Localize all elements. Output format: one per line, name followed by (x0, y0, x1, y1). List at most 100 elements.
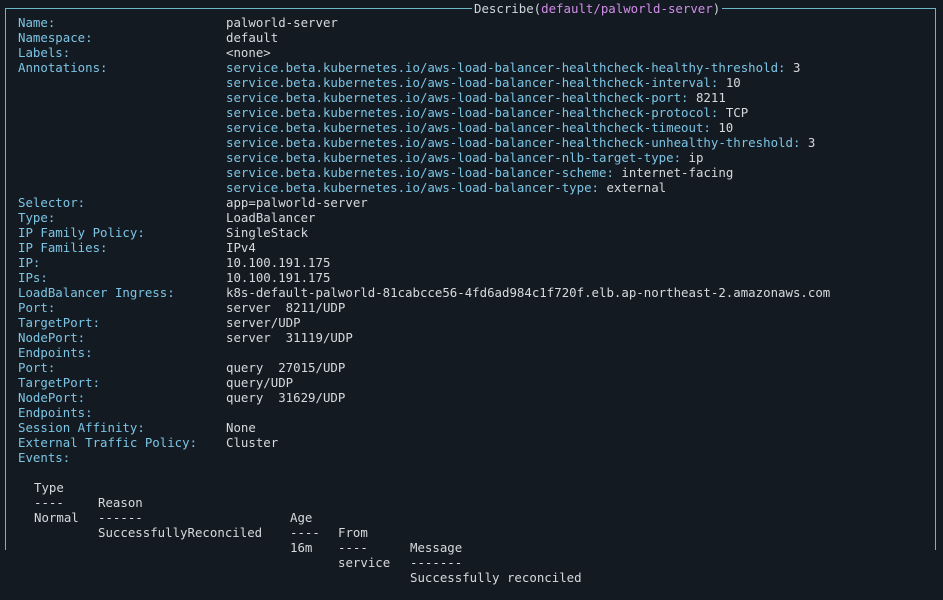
field-key: IP Families: (18, 240, 108, 255)
annotation-row: service.beta.kubernetes.io/aws-load-bala… (18, 90, 726, 105)
field-value: None (226, 420, 256, 435)
events-divider: ------- (410, 555, 463, 570)
field-row: Session Affinity: None (18, 420, 256, 435)
field-row: NodePort: query 31629/UDP (18, 390, 345, 405)
field-row: NodePort: server 31119/UDP (18, 330, 353, 345)
annotation-row: service.beta.kubernetes.io/aws-load-bala… (18, 165, 733, 180)
field-row: Type: LoadBalancer (18, 210, 316, 225)
event-row: Normal SuccessfullyReconciled 16m servic… (18, 495, 582, 585)
field-key: TargetPort: (18, 375, 101, 390)
annotation-value: 10 (718, 75, 741, 90)
field-row: External Traffic Policy: Cluster (18, 435, 278, 450)
field-value: 10.100.191.175 (226, 270, 331, 285)
event-message: Successfully reconciled (410, 570, 582, 585)
field-row: TargetPort: server/UDP (18, 315, 301, 330)
title-prefix: Describe( (474, 1, 542, 16)
field-row: Name: palworld-server (18, 15, 338, 30)
field-value: 10.100.191.175 (226, 255, 331, 270)
field-value: SingleStack (226, 225, 309, 240)
annotations-label: Annotations: (18, 60, 108, 75)
describe-content: Name: palworld-server Namespace: default L… (18, 15, 830, 585)
field-value: app=palworld-server (226, 195, 368, 210)
field-value: LoadBalancer (226, 210, 316, 225)
annotation: service.beta.kubernetes.io/aws-load-bala… (226, 120, 733, 135)
field-key: NodePort: (18, 330, 86, 345)
events-divider: ---- (290, 525, 320, 540)
title-context: default/palworld-server (541, 1, 713, 16)
annotation: service.beta.kubernetes.io/aws-load-bala… (226, 150, 703, 165)
field-value: server/UDP (226, 315, 301, 330)
field-value: query 27015/UDP (226, 360, 346, 375)
field-value: server 31119/UDP (226, 330, 353, 345)
event-age: 16m (290, 540, 313, 555)
annotation-value: internet-facing (613, 165, 734, 180)
events-header-age: Age (290, 510, 313, 525)
field-row: IP Family Policy: SingleStack (18, 225, 308, 240)
annotation-value: 3 (785, 60, 801, 75)
annotation-row: service.beta.kubernetes.io/aws-load-bala… (18, 150, 703, 165)
field-key: TargetPort: (18, 315, 101, 330)
field-key: IP: (18, 255, 41, 270)
field-key: IP Family Policy: (18, 225, 145, 240)
annotation: service.beta.kubernetes.io/aws-load-bala… (226, 135, 815, 150)
field-key: Type: (18, 210, 56, 225)
field-key: Endpoints: (18, 405, 93, 420)
field-row: Labels: <none> (18, 45, 271, 60)
annotation-row: service.beta.kubernetes.io/aws-load-bala… (18, 135, 815, 150)
events-divider-row: ---- ------ ---- ---- ------- (18, 480, 462, 570)
field-value: default (226, 30, 279, 45)
events-header-message: Message (410, 540, 463, 555)
field-row: TargetPort: query/UDP (18, 375, 293, 390)
annotation: service.beta.kubernetes.io/aws-load-bala… (226, 60, 800, 75)
annotation: service.beta.kubernetes.io/aws-load-bala… (226, 180, 666, 195)
field-key: Port: (18, 300, 56, 315)
annotation-value: 8211 (688, 90, 726, 105)
annotation-row: service.beta.kubernetes.io/aws-load-bala… (18, 75, 741, 90)
field-row: Namespace: default (18, 30, 278, 45)
field-key: Selector: (18, 195, 86, 210)
annotation-value: 10 (710, 120, 734, 135)
title-suffix: ) (712, 1, 721, 16)
field-key: LoadBalancer Ingress: (18, 285, 175, 300)
event-reason: SuccessfullyReconciled (98, 525, 263, 540)
field-key: Name: (18, 15, 56, 30)
field-row: Endpoints: (18, 345, 93, 360)
field-key: External Traffic Policy: (18, 435, 198, 450)
field-value: Cluster (226, 435, 279, 450)
field-key: Namespace: (18, 30, 93, 45)
annotation: service.beta.kubernetes.io/aws-load-bala… (226, 75, 741, 90)
field-value: query/UDP (226, 375, 294, 390)
field-row: LoadBalancer Ingress: k8s-default-palworl… (18, 285, 830, 300)
field-key: Port: (18, 360, 56, 375)
annotation-key: service.beta.kubernetes.io/aws-load-bala… (226, 165, 614, 180)
annotation-value: external (599, 180, 667, 195)
field-row: IP: 10.100.191.175 (18, 255, 330, 270)
field-key: Session Affinity: (18, 420, 145, 435)
events-divider: ------ (98, 510, 143, 525)
field-row: IP Families: IPv4 (18, 240, 256, 255)
annotation-key: service.beta.kubernetes.io/aws-load-bala… (226, 180, 599, 195)
field-row: Port: server 8211/UDP (18, 300, 345, 315)
annotation-key: service.beta.kubernetes.io/aws-load-bala… (226, 90, 689, 105)
annotation-value: ip (681, 150, 704, 165)
event-from: service (338, 555, 391, 570)
annotation: service.beta.kubernetes.io/aws-load-bala… (226, 90, 726, 105)
field-key: IPs: (18, 270, 48, 285)
field-row: Selector: app=palworld-server (18, 195, 368, 210)
field-key: Events: (18, 450, 71, 465)
field-value: palworld-server (226, 15, 338, 30)
events-header-from: From (338, 525, 368, 540)
field-key: Labels: (18, 45, 71, 60)
annotation-key: service.beta.kubernetes.io/aws-load-bala… (226, 120, 711, 135)
annotation-value: TCP (718, 105, 749, 120)
field-row: Endpoints: (18, 405, 93, 420)
field-key: Endpoints: (18, 345, 93, 360)
annotation-value: 3 (800, 135, 816, 150)
annotation-key: service.beta.kubernetes.io/aws-load-bala… (226, 135, 801, 150)
annotation-row: Annotations: service.beta.kubernetes.io/a… (18, 60, 800, 75)
annotation-row: service.beta.kubernetes.io/aws-load-bala… (18, 120, 733, 135)
field-value: <none> (226, 45, 271, 60)
field-value: k8s-default-palworld-81cabcce56-4fd6ad98… (226, 285, 831, 300)
annotation-key: service.beta.kubernetes.io/aws-load-bala… (226, 60, 786, 75)
annotation-key: service.beta.kubernetes.io/aws-load-bala… (226, 105, 719, 120)
